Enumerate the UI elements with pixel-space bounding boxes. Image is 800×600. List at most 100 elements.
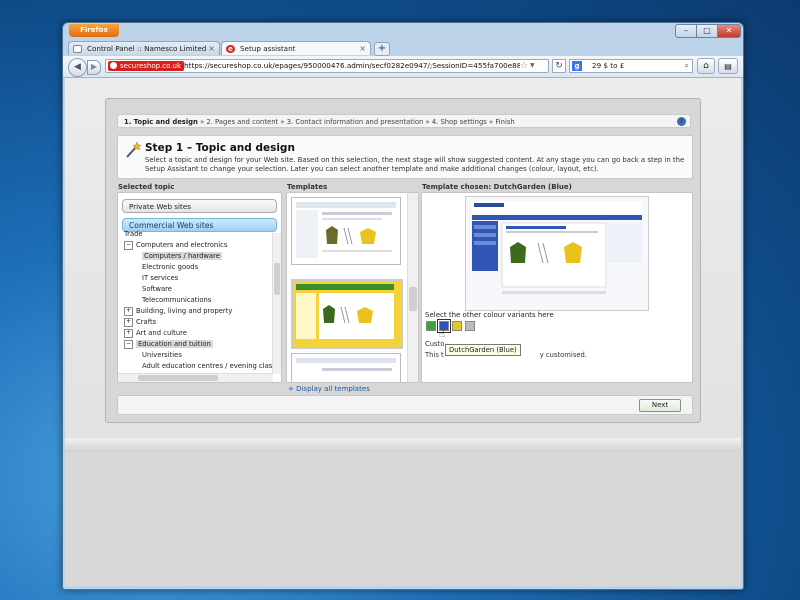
url-text[interactable]: https://secureshop.co.uk/epages/95000047… (184, 60, 520, 72)
breadcrumb-separator: » (200, 118, 205, 126)
tree-item[interactable]: IT services (142, 273, 178, 283)
collapse-icon[interactable]: − (124, 240, 133, 250)
scroll-thumb[interactable] (274, 263, 280, 295)
tree-item[interactable]: − Education and tuition (124, 339, 213, 349)
breadcrumb-step-current[interactable]: 1. Topic and design (124, 118, 198, 126)
navigation-toolbar: ◀ ▶ secureshop.co.uk https://secureshop.… (63, 56, 743, 78)
forward-button[interactable]: ▶ (87, 60, 101, 75)
tab-label: Control Panel :: Namesco Limited (87, 44, 207, 53)
reload-icon: ↻ (555, 61, 563, 71)
bookmarks-menu-button[interactable]: ▤ (718, 58, 738, 74)
template-thumbnail[interactable] (291, 197, 401, 265)
tab-strip: Control Panel :: Namesco Limited × e Set… (63, 39, 743, 56)
bookmark-star-icon[interactable]: ☆ (520, 60, 528, 72)
step-description: Select a topic and design for your Web s… (145, 156, 685, 173)
breadcrumb-step[interactable]: Finish (495, 118, 514, 126)
template-preview-image (466, 197, 648, 310)
bookmarks-icon: ▤ (724, 62, 732, 71)
minimize-button[interactable]: – (675, 24, 697, 38)
tree-item[interactable]: Telecommunications (142, 295, 211, 305)
next-button[interactable]: Next (639, 399, 681, 412)
tree-item[interactable]: Adult education centres / evening classe… (142, 361, 282, 371)
topic-scrollbar[interactable] (272, 233, 281, 374)
private-websites-button[interactable]: Private Web sites (122, 199, 277, 213)
back-arrow-icon: ◀ (74, 62, 81, 72)
tree-item-label: Computers and electronics (136, 241, 228, 249)
colour-swatch[interactable] (452, 321, 462, 331)
templates-heading: Templates (287, 183, 328, 191)
page-band (65, 438, 741, 452)
close-window-button[interactable]: ✕ (717, 24, 741, 38)
template-preview-image (293, 281, 397, 343)
customise-line-1: Custo (425, 340, 445, 348)
scroll-thumb[interactable] (409, 287, 417, 311)
breadcrumb-separator: » (489, 118, 494, 126)
tree-item[interactable]: Trade (124, 229, 143, 239)
breadcrumb-step[interactable]: 4. Shop settings (432, 118, 487, 126)
expand-icon[interactable]: + (124, 317, 133, 327)
new-tab-button[interactable]: + (374, 42, 390, 56)
tree-item[interactable]: Electronic goods (142, 262, 198, 272)
template-thumbnail-selected[interactable] (291, 279, 403, 349)
colour-swatch[interactable] (426, 321, 436, 331)
url-dropdown-icon[interactable]: ▼ (530, 60, 535, 72)
reload-button[interactable]: ↻ (552, 59, 566, 73)
search-value[interactable]: 29 $ to £ (592, 60, 624, 72)
customise-line-2: This t (425, 351, 444, 359)
google-icon[interactable]: g (572, 61, 582, 71)
tree-item-label: Adult education centres / evening classe… (142, 362, 282, 370)
tree-item[interactable]: Software (142, 284, 172, 294)
tree-item-label: Telecommunications (142, 296, 212, 304)
collapse-icon[interactable]: − (124, 339, 133, 349)
tree-item-label: Education and tuition (136, 340, 213, 348)
tab-close-icon[interactable]: × (208, 42, 215, 56)
template-chosen-heading: Template chosen: DutchGarden (Blue) (422, 183, 572, 191)
tree-item[interactable]: + Building, living and property (124, 306, 232, 316)
tree-item[interactable]: Universities (142, 350, 182, 360)
tree-item[interactable]: + Art and culture (124, 328, 187, 338)
expand-icon[interactable]: + (124, 306, 133, 316)
forward-arrow-icon: ▶ (90, 62, 98, 71)
setup-assistant-panel: 1. Topic and design » 2. Pages and conte… (105, 98, 701, 423)
page-viewport: 1. Topic and design » 2. Pages and conte… (65, 78, 741, 586)
topic-hscrollbar[interactable] (118, 373, 273, 382)
help-icon[interactable]: ? (677, 117, 686, 126)
tree-item-label: Universities (142, 351, 182, 359)
scroll-thumb[interactable] (138, 375, 218, 381)
tree-item-label: Electronic goods (142, 263, 199, 271)
swatch-tooltip: DutchGarden (Blue) (445, 344, 521, 356)
expand-icon[interactable]: + (124, 328, 133, 338)
customise-tail: y customised. (539, 351, 588, 359)
breadcrumb-step[interactable]: 3. Contact information and presentation (287, 118, 424, 126)
page-title: Step 1 – Topic and design (145, 142, 295, 154)
firefox-menu-button[interactable]: Firefox (69, 24, 119, 37)
breadcrumb-separator: » (280, 118, 285, 126)
colour-variants-label: Select the other colour variants here (425, 311, 554, 319)
magic-wand-icon (126, 141, 142, 158)
tab-setup-assistant[interactable]: e Setup assistant × (221, 41, 371, 55)
tree-item[interactable]: + Crafts (124, 317, 156, 327)
tree-item[interactable]: Computers / hardware (142, 251, 222, 261)
back-button[interactable]: ◀ (68, 58, 87, 77)
search-input[interactable]: g 29 $ to £ ⌕ (569, 59, 693, 73)
tab-close-icon[interactable]: × (359, 42, 366, 56)
template-thumbnail[interactable] (291, 353, 401, 382)
tree-item-label: Building, living and property (136, 307, 233, 315)
display-all-templates-link[interactable]: + Display all templates (288, 385, 370, 393)
templates-scrollbar[interactable] (407, 193, 418, 382)
step-header: Step 1 – Topic and design Select a topic… (117, 135, 693, 179)
tree-item[interactable]: − Computers and electronics (124, 240, 227, 250)
search-magnifier-icon[interactable]: ⌕ (685, 60, 689, 72)
chosen-template-panel: Select the other colour variants here Cu… (421, 192, 693, 383)
site-identity-badge[interactable]: secureshop.co.uk (108, 61, 185, 71)
epages-favicon-icon: e (226, 45, 235, 53)
url-bar[interactable]: secureshop.co.uk https://secureshop.co.u… (105, 59, 549, 73)
commercial-websites-button[interactable]: Commercial Web sites (122, 218, 277, 232)
template-preview (465, 196, 649, 311)
maximize-button[interactable]: □ (696, 24, 718, 38)
title-bar: Firefox – □ ✕ (63, 23, 743, 39)
home-button[interactable]: ⌂ (697, 58, 715, 74)
breadcrumb-step[interactable]: 2. Pages and content (206, 118, 278, 126)
tab-control-panel[interactable]: Control Panel :: Namesco Limited × (68, 41, 220, 55)
colour-swatch[interactable] (465, 321, 475, 331)
